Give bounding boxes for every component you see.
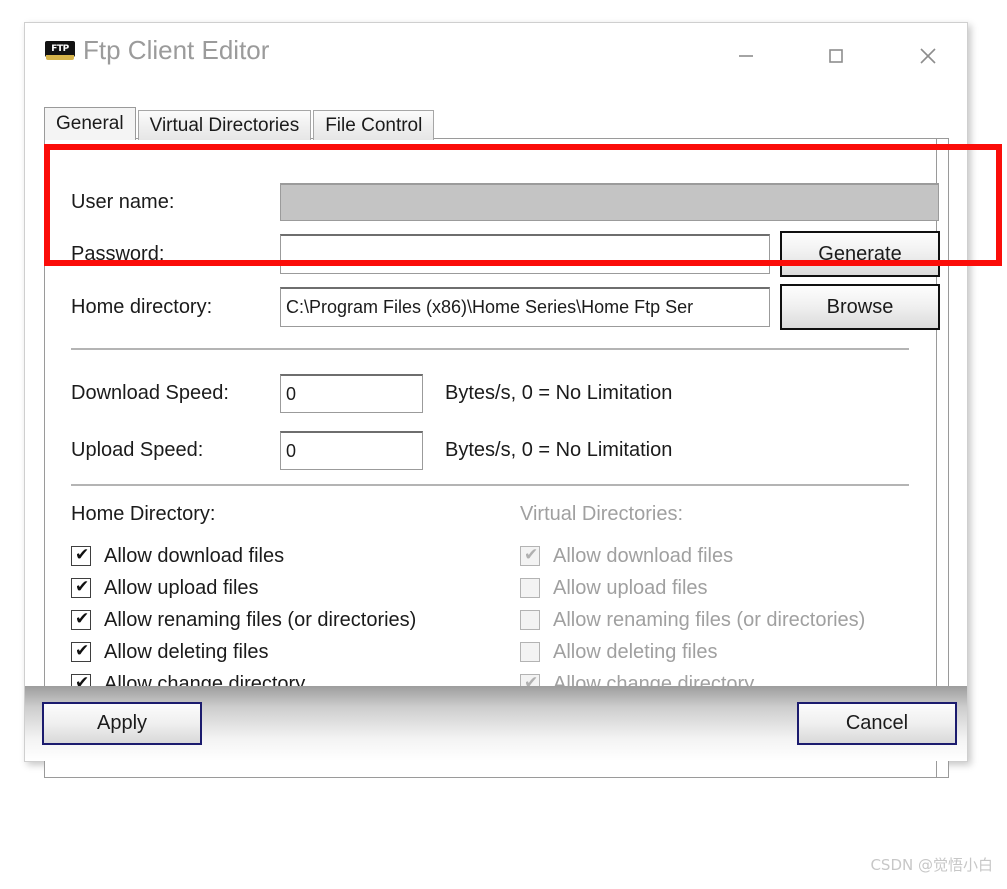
general-form: User name: Password: Generate Home direc… (45, 139, 940, 777)
checkbox-icon (520, 610, 540, 630)
ftp-client-editor-window: FTP Ftp Client Editor General Virtual Di… (24, 22, 968, 778)
checkbox-label: Allow download files (553, 544, 734, 567)
checkbox-icon (520, 642, 540, 662)
tab-virtual-directories[interactable]: Virtual Directories (137, 110, 312, 140)
apply-button[interactable]: Apply (42, 702, 202, 745)
checkbox-icon: ✔ (71, 642, 91, 662)
checkbox-label: Allow download files (104, 544, 285, 567)
checkbox-label: Allow deleting files (553, 640, 718, 663)
watermark: CSDN @觉悟小白 (870, 856, 993, 874)
virtual-checkbox-allow-upload-files: Allow upload files (520, 574, 708, 602)
user-name-input[interactable] (280, 183, 939, 221)
home-directory-input[interactable]: C:\Program Files (x86)\Home Series\Home … (280, 287, 770, 327)
virtual-directories-group-title: Virtual Directories: (520, 503, 684, 525)
check-mark-icon: ✔ (75, 641, 90, 661)
dialog-footer: Apply Cancel (25, 686, 967, 761)
user-name-label: User name: (71, 191, 175, 213)
password-row: Password: Generate (45, 231, 940, 277)
close-icon (920, 48, 936, 64)
upload-speed-label: Upload Speed: (71, 439, 204, 461)
cancel-button[interactable]: Cancel (797, 702, 957, 745)
checkbox-icon: ✔ (71, 546, 91, 566)
virtual-checkbox-allow-download-files: ✔ Allow download files (520, 542, 733, 570)
checkbox-label: Allow deleting files (104, 640, 269, 663)
general-tab-panel: User name: Password: Generate Home direc… (44, 138, 949, 778)
checkbox-icon: ✔ (71, 610, 91, 630)
checkbox-label: Allow renaming files (or directories) (553, 608, 866, 631)
check-mark-icon: ✔ (75, 609, 90, 629)
tab-general-label: General (56, 113, 124, 134)
download-speed-label: Download Speed: (71, 382, 229, 404)
home-directory-row: Home directory: C:\Program Files (x86)\H… (45, 284, 940, 330)
check-mark-icon: ✔ (75, 577, 90, 597)
check-mark-icon: ✔ (524, 545, 539, 565)
checkbox-icon: ✔ (520, 546, 540, 566)
divider-bottom (71, 484, 909, 486)
maximize-button[interactable] (813, 37, 859, 75)
home-directory-label: Home directory: (71, 296, 213, 318)
close-button[interactable] (905, 37, 951, 75)
checkbox-label: Allow renaming files (or directories) (104, 608, 417, 631)
tab-file-control[interactable]: File Control (313, 110, 435, 140)
minimize-icon (739, 55, 753, 57)
checkbox-label: Allow upload files (104, 576, 259, 599)
tab-virtual-directories-label: Virtual Directories (149, 114, 300, 136)
home-checkbox-allow-download-files[interactable]: ✔ Allow download files (71, 542, 284, 570)
maximize-icon (829, 49, 843, 63)
download-speed-row: Download Speed: 0 Bytes/s, 0 = No Limita… (45, 374, 935, 414)
generate-button[interactable]: Generate (780, 231, 940, 277)
ftp-app-icon-base (46, 55, 74, 60)
home-checkbox-allow-renaming-files[interactable]: ✔ Allow renaming files (or directories) (71, 606, 416, 634)
home-checkbox-allow-deleting-files[interactable]: ✔ Allow deleting files (71, 638, 269, 666)
title-bar: FTP Ftp Client Editor (25, 23, 967, 89)
home-directory-group-title: Home Directory: (71, 503, 216, 525)
minimize-button[interactable] (723, 37, 769, 75)
virtual-checkbox-allow-renaming-files: Allow renaming files (or directories) (520, 606, 865, 634)
user-name-row: User name: (45, 183, 939, 223)
password-input[interactable] (280, 234, 770, 274)
upload-speed-input[interactable]: 0 (280, 431, 423, 470)
checkbox-icon (520, 578, 540, 598)
screenshot-root: FTP Ftp Client Editor General Virtual Di… (0, 0, 1007, 889)
tab-general[interactable]: General (44, 107, 136, 140)
tab-file-control-label: File Control (325, 114, 423, 136)
check-mark-icon: ✔ (75, 545, 90, 565)
window-title: Ftp Client Editor (83, 35, 270, 65)
browse-button[interactable]: Browse (780, 284, 940, 330)
checkbox-icon: ✔ (71, 578, 91, 598)
download-speed-input[interactable]: 0 (280, 374, 423, 413)
divider-top (71, 348, 909, 350)
tab-strip: General Virtual Directories File Control (44, 107, 436, 140)
ftp-app-icon: FTP (45, 41, 75, 61)
upload-speed-hint: Bytes/s, 0 = No Limitation (445, 439, 673, 461)
download-speed-hint: Bytes/s, 0 = No Limitation (445, 382, 673, 404)
checkbox-label: Allow upload files (553, 576, 708, 599)
upload-speed-row: Upload Speed: 0 Bytes/s, 0 = No Limitati… (45, 431, 935, 471)
password-label: Password: (71, 243, 165, 265)
home-checkbox-allow-upload-files[interactable]: ✔ Allow upload files (71, 574, 259, 602)
virtual-checkbox-allow-deleting-files: Allow deleting files (520, 638, 718, 666)
